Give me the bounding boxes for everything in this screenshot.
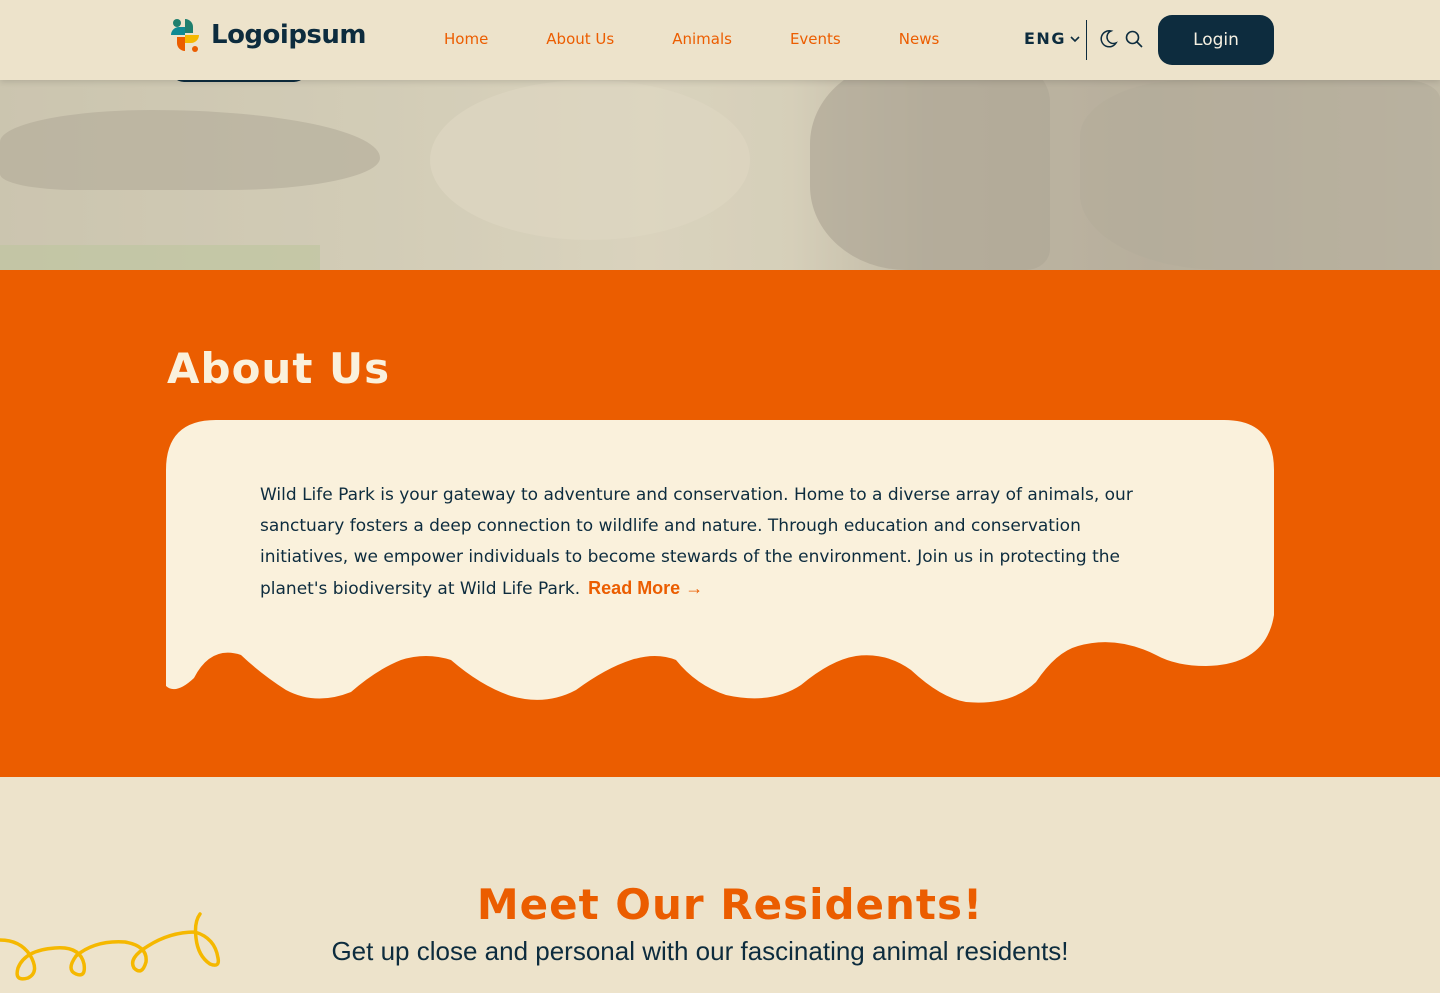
login-button[interactable]: Login	[1158, 15, 1274, 65]
chevron-down-icon	[1070, 35, 1080, 42]
read-more-link[interactable]: Read More →	[588, 578, 703, 598]
residents-title: Meet Our Residents!	[476, 880, 984, 929]
nav-home[interactable]: Home	[444, 30, 488, 48]
about-title: About Us	[167, 344, 391, 393]
nav-animals[interactable]: Animals	[672, 30, 732, 48]
residents-subtitle: Get up close and personal with our fasci…	[331, 936, 1069, 966]
logo-text: Logoipsum	[211, 20, 367, 50]
about-section: About Us Wild Life Park is your gateway …	[0, 270, 1440, 777]
about-card: Wild Life Park is your gateway to advent…	[166, 420, 1274, 705]
language-selector[interactable]: ENG	[1024, 29, 1080, 48]
logo[interactable]: Logoipsum	[167, 15, 367, 55]
header-divider	[1086, 20, 1087, 60]
nav-news[interactable]: News	[899, 30, 940, 48]
nav-about-us[interactable]: About Us	[546, 30, 614, 48]
main-nav: Home About Us Animals Events News	[444, 30, 997, 48]
about-text: Wild Life Park is your gateway to advent…	[260, 480, 1170, 605]
nav-events[interactable]: Events	[790, 30, 841, 48]
site-header: Logoipsum Home About Us Animals Events N…	[0, 0, 1440, 80]
language-label: ENG	[1024, 29, 1066, 48]
moon-icon[interactable]	[1098, 29, 1118, 49]
search-icon[interactable]	[1124, 29, 1144, 49]
logo-icon	[171, 19, 199, 52]
